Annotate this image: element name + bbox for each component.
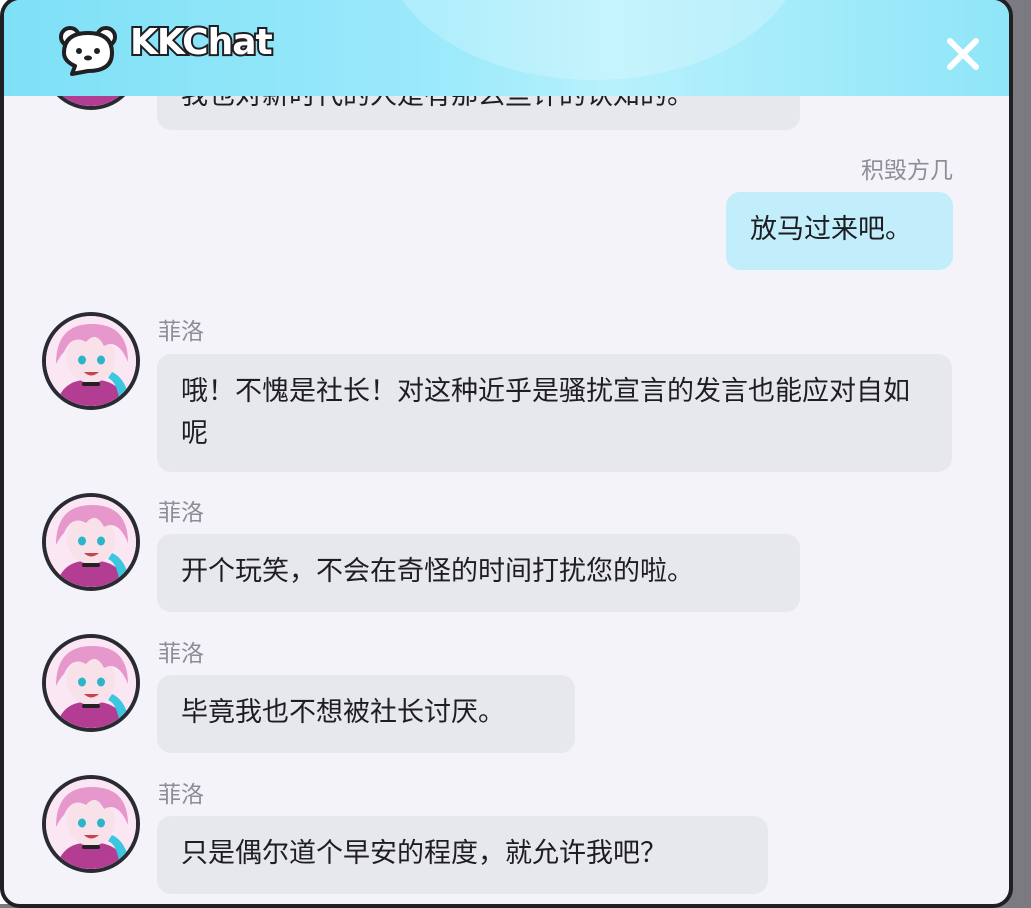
avatar-image xyxy=(46,497,136,587)
message-text: 放马过来吧。 xyxy=(750,214,912,245)
title-bar: KKChat xyxy=(4,0,1009,96)
message-bubble[interactable]: 开个玩笑，不会在奇怪的时间打扰您的啦。 xyxy=(157,534,800,612)
message-list[interactable]: 我也对新时代的人是有那么些许的认知的。 积毁方几 放马过来吧。 xyxy=(4,12,1009,904)
message-bubble[interactable]: 毕竟我也不想被社长讨厌。 xyxy=(157,675,575,753)
message-bubble-outgoing[interactable]: 放马过来吧。 xyxy=(726,192,953,270)
sender-name: 积毁方几 xyxy=(861,158,953,184)
header-decoration xyxy=(384,0,804,80)
avatar-image xyxy=(46,316,136,406)
message-text: 哦！不愧是社长！对这种近乎是骚扰宣言的发言也能应对自如呢 xyxy=(181,376,910,449)
avatar-image xyxy=(46,779,136,869)
message-text: 只是偶尔道个早安的程度，就允许我吧？ xyxy=(181,838,667,869)
close-icon[interactable] xyxy=(945,36,981,72)
message-bubble[interactable]: 哦！不愧是社长！对这种近乎是骚扰宣言的发言也能应对自如呢 xyxy=(157,354,952,472)
avatar[interactable] xyxy=(42,493,140,591)
avatar[interactable] xyxy=(42,775,140,873)
message-text: 毕竟我也不想被社长讨厌。 xyxy=(181,697,505,728)
avatar-image xyxy=(46,638,136,728)
sender-name: 菲洛 xyxy=(158,782,204,808)
sender-name: 菲洛 xyxy=(158,500,204,526)
sender-name: 菲洛 xyxy=(158,641,204,667)
message-bubble[interactable]: 只是偶尔道个早安的程度，就允许我吧？ xyxy=(157,816,768,894)
app-title: KKChat xyxy=(128,20,275,65)
avatar[interactable] xyxy=(42,312,140,410)
sender-name: 菲洛 xyxy=(158,319,204,345)
message-text: 开个玩笑，不会在奇怪的时间打扰您的啦。 xyxy=(181,556,694,587)
bear-logo-icon xyxy=(59,26,117,76)
avatar[interactable] xyxy=(42,634,140,732)
chat-window: 我也对新时代的人是有那么些许的认知的。 积毁方几 放马过来吧。 xyxy=(0,0,1013,908)
